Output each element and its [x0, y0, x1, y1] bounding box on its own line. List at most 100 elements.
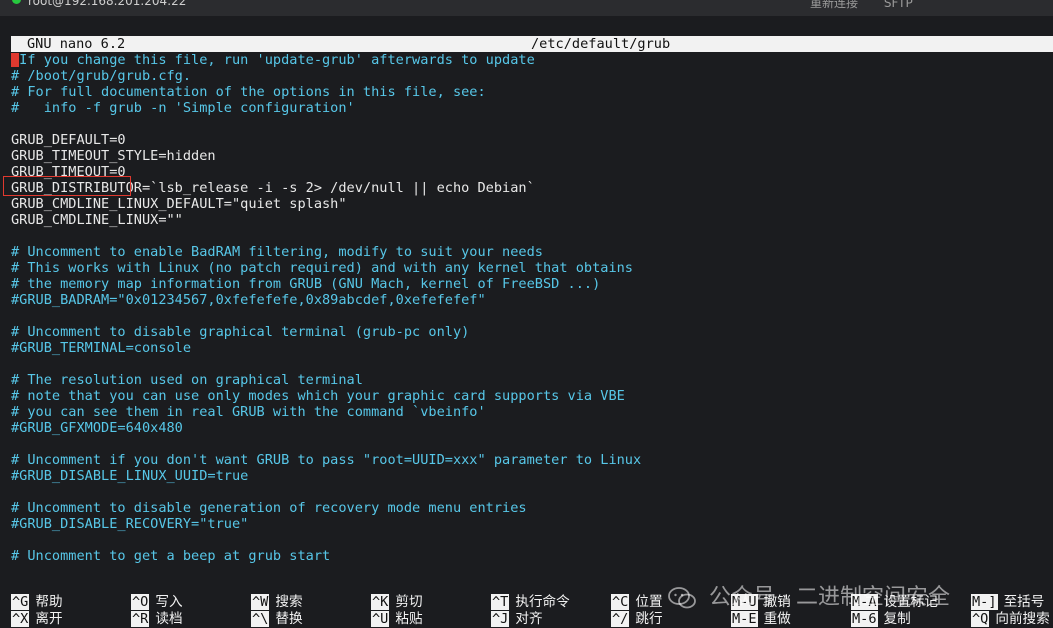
buffer-line[interactable]: # Uncomment to disable generation of rec… [11, 500, 1051, 516]
buffer-line[interactable]: # you can see them in real GRUB with the… [11, 404, 1051, 420]
buffer-line[interactable]: GRUB_DISTRIBUTOR=`lsb_release -i -s 2> /… [11, 180, 1051, 196]
shortcut-item[interactable]: ^X 离开 [11, 611, 63, 627]
buffer-line-text: #GRUB_TERMINAL=console [11, 340, 192, 356]
shortcut-key: ^T [491, 594, 510, 610]
buffer-line-text: # Uncomment if you don't want GRUB to pa… [11, 452, 642, 468]
buffer-line[interactable] [11, 228, 1051, 244]
buffer-line[interactable] [11, 116, 1051, 132]
buffer-line-text: # Uncomment to enable BadRAM filtering, … [11, 244, 543, 260]
shortcut-label: 读档 [155, 611, 183, 627]
buffer-line-text: # info -f grub -n 'Simple configuration' [11, 100, 355, 116]
buffer-line[interactable]: # info -f grub -n 'Simple configuration' [11, 100, 1051, 116]
shortcut-label: 位置 [635, 594, 663, 610]
shortcut-label: 粘贴 [395, 611, 423, 627]
buffer-line[interactable]: # This works with Linux (no patch requir… [11, 260, 1051, 276]
buffer-line[interactable]: If you change this file, run 'update-gru… [11, 52, 1051, 68]
shortcut-item[interactable]: ^G 帮助 [11, 594, 63, 610]
shortcut-item[interactable]: ^W 搜索 [251, 594, 303, 610]
shortcut-key: ^/ [611, 611, 630, 627]
reconnect-button[interactable]: 重新连接 [810, 0, 858, 10]
buffer-line-text: # This works with Linux (no patch requir… [11, 260, 633, 276]
buffer-line[interactable] [11, 308, 1051, 324]
buffer-line-text: If you change this file, run 'update-gru… [11, 52, 535, 68]
watermark: 公众号 · 二进制空间安全 [668, 578, 950, 618]
shortcut-key: ^K [371, 594, 390, 610]
shortcut-key: ^U [371, 611, 390, 627]
shortcut-item[interactable]: ^U 粘贴 [371, 611, 423, 627]
shortcut-key: ^R [131, 611, 150, 627]
buffer-line[interactable]: # Uncomment to enable BadRAM filtering, … [11, 244, 1051, 260]
buffer-line[interactable] [11, 356, 1051, 372]
shortcut-item[interactable]: ^Q 向前搜索 [971, 611, 1050, 627]
shortcut-key: ^J [491, 611, 510, 627]
buffer-line[interactable]: # Uncomment to get a beep at grub start [11, 548, 1051, 564]
buffer-line[interactable]: #GRUB_TERMINAL=console [11, 340, 1051, 356]
buffer-line-text: # the memory map information from GRUB (… [11, 276, 601, 292]
buffer-line-text: # Uncomment to disable generation of rec… [11, 500, 527, 516]
shortcut-item[interactable]: ^O 写入 [131, 594, 183, 610]
buffer-line-text: GRUB_CMDLINE_LINUX="" [11, 212, 183, 228]
editor-buffer[interactable]: If you change this file, run 'update-gru… [11, 52, 1051, 564]
buffer-line[interactable] [11, 436, 1051, 452]
shortcut-key: ^\ [251, 611, 270, 627]
shortcut-item[interactable]: ^\ 替换 [251, 611, 303, 627]
window-titlebar: root@192.168.201.204:22 重新连接 SFTP [0, 0, 1053, 16]
window-title: root@192.168.201.204:22 [28, 0, 187, 8]
shortcut-label: 写入 [155, 594, 183, 610]
buffer-line[interactable]: # /boot/grub/grub.cfg. [11, 68, 1051, 84]
shortcut-key: ^X [11, 611, 30, 627]
buffer-line[interactable]: #GRUB_BADRAM="0x01234567,0xfefefefe,0x89… [11, 292, 1051, 308]
buffer-line-text: #GRUB_BADRAM="0x01234567,0xfefefefe,0x89… [11, 292, 486, 308]
buffer-line[interactable]: GRUB_CMDLINE_LINUX="" [11, 212, 1051, 228]
buffer-line[interactable]: # Uncomment if you don't want GRUB to pa… [11, 452, 1051, 468]
terminal-area[interactable]: GNU nano 6.2 /etc/default/grub If you ch… [0, 16, 1053, 627]
shortcut-item[interactable]: ^K 剪切 [371, 594, 423, 610]
buffer-line[interactable]: # the memory map information from GRUB (… [11, 276, 1051, 292]
sftp-button[interactable]: SFTP [884, 0, 913, 10]
shortcut-key: ^C [611, 594, 630, 610]
file-path: /etc/default/grub [531, 36, 671, 52]
buffer-line[interactable] [11, 484, 1051, 500]
buffer-line[interactable]: # For full documentation of the options … [11, 84, 1051, 100]
shortcut-label: 剪切 [395, 594, 423, 610]
highlight-annotation-box [3, 176, 131, 196]
shortcut-key: M-] [971, 594, 998, 610]
buffer-line-text: GRUB_CMDLINE_LINUX_DEFAULT="quiet splash… [11, 196, 347, 212]
buffer-line-text: GRUB_TIMEOUT_STYLE=hidden [11, 148, 216, 164]
buffer-line[interactable]: # The resolution used on graphical termi… [11, 372, 1051, 388]
buffer-line-text: # Uncomment to get a beep at grub start [11, 548, 331, 564]
shortcut-item[interactable]: ^C 位置 [611, 594, 663, 610]
highlighted-config-line[interactable]: GRUB_TIMEOUT=0 [11, 164, 1051, 180]
buffer-line-text: #GRUB_GFXMODE=640x480 [11, 420, 183, 436]
shortcut-label: 离开 [35, 611, 63, 627]
shortcut-item[interactable]: ^J 对齐 [491, 611, 543, 627]
wechat-icon [668, 587, 696, 609]
buffer-line-text: # The resolution used on graphical termi… [11, 372, 363, 388]
buffer-line[interactable]: GRUB_DEFAULT=0 [11, 132, 1051, 148]
buffer-line[interactable]: #GRUB_GFXMODE=640x480 [11, 420, 1051, 436]
buffer-line[interactable] [11, 532, 1051, 548]
buffer-line[interactable]: # Uncomment to disable graphical termina… [11, 324, 1051, 340]
buffer-line[interactable]: GRUB_TIMEOUT_STYLE=hidden [11, 148, 1051, 164]
shortcut-item[interactable]: M-] 至括号 [971, 594, 1044, 610]
shortcut-label: 跳行 [635, 611, 663, 627]
shortcut-key: ^O [131, 594, 150, 610]
buffer-line[interactable]: #GRUB_DISABLE_RECOVERY="true" [11, 516, 1051, 532]
connection-status-icon [12, 0, 21, 4]
shortcut-label: 搜索 [275, 594, 303, 610]
shortcut-label: 至括号 [1003, 594, 1045, 610]
buffer-line-text: #GRUB_DISABLE_LINUX_UUID=true [11, 468, 249, 484]
shortcut-key: ^W [251, 594, 270, 610]
shortcut-item[interactable]: ^R 读档 [131, 611, 183, 627]
buffer-line[interactable]: #GRUB_DISABLE_LINUX_UUID=true [11, 468, 1051, 484]
buffer-line[interactable]: GRUB_CMDLINE_LINUX_DEFAULT="quiet splash… [11, 196, 1051, 212]
shortcut-key: ^G [11, 594, 30, 610]
shortcut-label: 替换 [275, 611, 303, 627]
shortcut-item[interactable]: ^T 执行命令 [491, 594, 570, 610]
nano-title-bar: GNU nano 6.2 /etc/default/grub [11, 36, 1053, 52]
window-toolbar: 重新连接 SFTP [810, 0, 935, 11]
buffer-line-text: # note that you can use only modes which… [11, 388, 625, 404]
shortcut-label: 帮助 [35, 594, 63, 610]
buffer-line[interactable]: # note that you can use only modes which… [11, 388, 1051, 404]
shortcut-item[interactable]: ^/ 跳行 [611, 611, 663, 627]
